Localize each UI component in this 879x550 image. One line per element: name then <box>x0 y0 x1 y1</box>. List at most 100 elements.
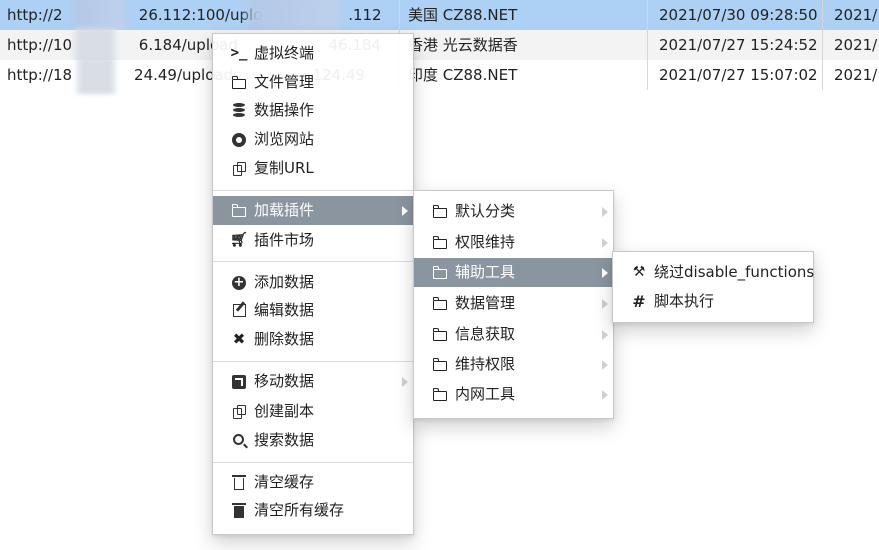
menu-item-clear-all-cache[interactable]: 清空所有缓存 <box>213 496 413 525</box>
redaction-blur <box>240 0 348 34</box>
search-icon <box>230 426 248 455</box>
chevron-right-icon <box>602 299 608 309</box>
menu-item-move-data[interactable]: 移动数据 <box>213 367 413 396</box>
updated-time-cell: 2021/ <box>834 66 878 84</box>
submenu-item-label: 内网工具 <box>455 385 516 403</box>
menu-item-label: 添加数据 <box>254 273 315 291</box>
updated-time-cell: 2021/ <box>834 36 878 54</box>
column-divider <box>647 60 648 90</box>
auxiliary-tools-submenu: ⚒ 绕过disable_functions # 脚本执行 <box>612 251 814 323</box>
database-icon <box>230 96 248 125</box>
menu-item-label: 编辑数据 <box>254 301 315 319</box>
edit-icon <box>230 296 248 325</box>
submenu-item-maintain-access[interactable]: 维持权限 <box>414 350 613 379</box>
folder-open-icon <box>431 197 449 226</box>
menu-item-delete-data[interactable]: ✖ 删除数据 <box>213 325 413 354</box>
column-divider <box>647 30 648 60</box>
column-divider <box>399 0 400 30</box>
menu-item-clear-cache[interactable]: 清空缓存 <box>213 468 413 497</box>
menu-item-search-data[interactable]: 搜索数据 <box>213 426 413 455</box>
chevron-right-icon <box>602 238 608 248</box>
chevron-right-icon <box>402 206 408 216</box>
folder-open-icon <box>431 320 449 349</box>
menu-item-file-manager[interactable]: 文件管理 <box>213 68 413 97</box>
location-cell: 印度 CZ88.NET <box>408 66 518 84</box>
trash-solid-icon <box>230 496 248 525</box>
menu-item-label: 删除数据 <box>254 330 315 348</box>
trash-icon <box>230 468 248 497</box>
folder-icon <box>230 196 248 225</box>
column-divider <box>822 0 823 30</box>
submenu-item-auxiliary-tools[interactable]: 辅助工具 <box>414 258 613 287</box>
share-icon <box>230 367 248 396</box>
menu-item-label: 创建副本 <box>254 402 315 420</box>
location-cell: 美国 CZ88.NET <box>408 6 518 24</box>
folder-open-icon <box>431 228 449 257</box>
menu-divider <box>213 361 413 362</box>
created-time-cell: 2021/07/27 15:24:52 <box>659 36 818 54</box>
column-divider <box>822 30 823 60</box>
menu-divider <box>213 190 413 191</box>
redaction-blur <box>74 58 118 94</box>
menu-item-add-data[interactable]: + 添加数据 <box>213 268 413 297</box>
menu-divider <box>213 462 413 463</box>
submenu-item-persistence[interactable]: 权限维持 <box>414 228 613 257</box>
submenu-item-data-management[interactable]: 数据管理 <box>414 289 613 318</box>
chevron-right-icon <box>602 268 608 278</box>
menu-item-load-plugin[interactable]: 加载插件 <box>213 196 413 225</box>
submenu-item-label: 默认分类 <box>455 202 516 220</box>
updated-time-cell: 2021/ <box>834 6 878 24</box>
menu-item-create-copy[interactable]: 创建副本 <box>213 397 413 426</box>
chrome-icon <box>230 125 248 154</box>
location-cell: 香港 光云数据香 <box>408 36 518 54</box>
folder-open-icon <box>431 258 449 287</box>
menu-item-terminal[interactable]: >_ 虚拟终端 <box>213 39 413 68</box>
submenu-item-info-gathering[interactable]: 信息获取 <box>414 320 613 349</box>
menu-item-label: 清空所有缓存 <box>254 501 345 519</box>
shell-list-grid: http://2 26.112:100/uplo .112 美国 CZ88.NE… <box>0 0 879 94</box>
submenu-item-label: 脚本执行 <box>654 292 715 310</box>
menu-item-label: 清空缓存 <box>254 473 315 491</box>
created-time-cell: 2021/07/27 15:07:02 <box>659 66 818 84</box>
table-row[interactable]: http://18 24.49/uploads 124.49 印度 CZ88.N… <box>0 58 879 94</box>
plugin-category-submenu: 默认分类 权限维持 辅助工具 数据管理 信息获取 维持权限 内网工具 <box>413 190 614 419</box>
copy-icon <box>230 397 248 426</box>
chevron-right-icon <box>602 207 608 217</box>
created-time-cell: 2021/07/30 09:28:50 <box>659 6 818 24</box>
submenu-item-intranet-tools[interactable]: 内网工具 <box>414 380 613 409</box>
menu-item-database[interactable]: 数据操作 <box>213 96 413 125</box>
submenu-item-bypass-disable-functions[interactable]: ⚒ 绕过disable_functions <box>613 258 815 287</box>
submenu-item-script-exec[interactable]: # 脚本执行 <box>613 287 813 316</box>
menu-item-label: 数据操作 <box>254 101 315 119</box>
menu-item-browse-site[interactable]: 浏览网站 <box>213 125 413 154</box>
menu-item-copy-url[interactable]: 复制URL <box>213 154 413 183</box>
chevron-right-icon <box>602 330 608 340</box>
menu-item-label: 浏览网站 <box>254 130 315 148</box>
gavel-icon: ⚒ <box>632 264 646 280</box>
column-divider <box>647 0 648 30</box>
copy-icon <box>230 154 248 183</box>
menu-item-label: 搜索数据 <box>254 431 315 449</box>
context-menu: >_ 虚拟终端 文件管理 数据操作 浏览网站 复制URL 加载插件 🛒︎ 插件市… <box>212 33 414 535</box>
terminal-icon: >_ <box>230 45 248 61</box>
submenu-item-label: 绕过disable_functions <box>654 263 815 281</box>
menu-item-label: 复制URL <box>254 159 314 177</box>
chevron-right-icon <box>602 390 608 400</box>
table-row[interactable]: http://10 6.184/upload 46.184 香港 光云数据香 2… <box>0 28 879 64</box>
menu-item-label: 加载插件 <box>254 201 315 219</box>
hash-icon: # <box>632 292 646 311</box>
submenu-item-label: 维持权限 <box>455 355 516 373</box>
chevron-right-icon <box>402 377 408 387</box>
plus-circle-icon: + <box>232 274 246 290</box>
chevron-right-icon <box>602 360 608 370</box>
submenu-item-default-category[interactable]: 默认分类 <box>414 197 613 226</box>
menu-divider <box>213 261 413 262</box>
folder-open-icon <box>431 350 449 379</box>
table-row[interactable]: http://2 26.112:100/uplo .112 美国 CZ88.NE… <box>0 0 879 34</box>
cart-icon: 🛒︎ <box>230 232 248 248</box>
folder-icon <box>230 68 248 97</box>
column-divider <box>822 60 823 90</box>
menu-item-plugin-market[interactable]: 🛒︎ 插件市场 <box>213 226 413 255</box>
menu-item-edit-data[interactable]: 编辑数据 <box>213 296 413 325</box>
submenu-item-label: 数据管理 <box>455 294 516 312</box>
